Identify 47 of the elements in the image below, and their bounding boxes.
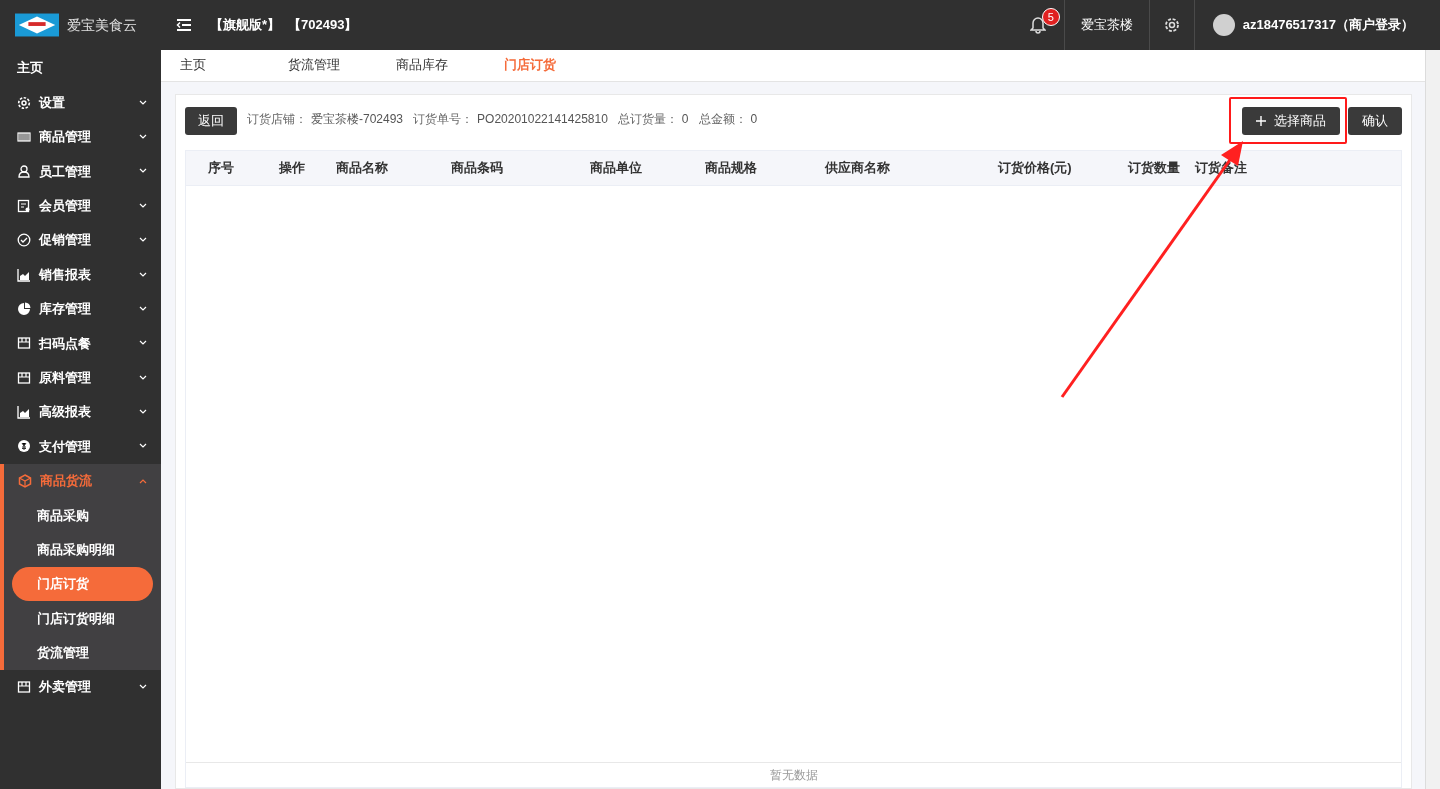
column-header: 订货价格(元) [997,159,1073,178]
store-name[interactable]: 爱宝茶楼 [1080,15,1133,35]
field-label: 订货单号： [413,111,474,128]
sidebar-item[interactable]: 外卖管理 [0,670,161,705]
sidebar-item[interactable]: 设置 [0,85,161,120]
sidebar-item[interactable]: 扫码点餐 [0,326,161,361]
column-header: 商品条码 [450,159,504,178]
tab[interactable]: 主页 [161,49,269,81]
sidebar-item[interactable]: 员工管理 [0,154,161,189]
column-header: 商品单位 [589,159,643,178]
column-header: 操作 [278,159,306,178]
sidebar-subitem[interactable]: 门店订货明细 [4,601,154,636]
notification-badge: 5 [1041,8,1060,26]
sidebar-item[interactable]: 主页 [0,51,161,86]
store-code: 【702493】 [288,16,358,35]
field-value: 爱宝茶楼-702493 [311,111,404,128]
brand-name: 爱宝美食云 [67,15,137,35]
account-name[interactable]: az18476517317（商户登录） [1242,15,1414,35]
field-label: 订货店铺： [247,111,307,128]
sidebar-item[interactable]: 库存管理 [0,291,161,327]
confirm-button[interactable]: 确认 [1348,107,1402,135]
edition-label: 【旗舰版*】 [210,16,281,35]
sidebar-item[interactable]: 会员管理 [0,188,161,223]
field-value: 0 [750,111,758,128]
field-value: 0 [681,111,689,128]
field-label: 总金额： [698,111,747,128]
back-button[interactable]: 返回 [185,107,237,135]
field-value: PO20201022141425810 [477,111,608,128]
sidebar-item[interactable]: 销售报表 [0,257,161,292]
sidebar-item[interactable]: 商品管理 [0,119,161,155]
tab[interactable]: 货流管理 [269,49,377,81]
column-header: 商品名称 [335,159,389,178]
empty-state-text: 暂无数据 [769,767,818,784]
field-label: 总订货量： [617,111,678,128]
sidebar-item[interactable]: 高级报表 [0,394,161,430]
sidebar-subitem[interactable]: 商品采购 [4,498,154,533]
sidebar-subitem[interactable]: 货流管理 [4,635,154,670]
column-header: 订货数量 [1127,159,1181,178]
sidebar-item[interactable]: 支付管理 [0,429,161,464]
column-header: 序号 [207,159,235,178]
select-goods-button[interactable]: 选择商品 [1242,107,1340,135]
sidebar-subitem[interactable]: 商品采购明细 [4,532,154,567]
column-header: 供应商名称 [823,159,891,178]
sidebar-item[interactable]: 原料管理 [0,360,161,395]
tab[interactable]: 商品库存 [377,49,485,81]
column-header: 商品规格 [704,159,758,178]
sidebar-item[interactable]: 促销管理 [0,222,161,258]
